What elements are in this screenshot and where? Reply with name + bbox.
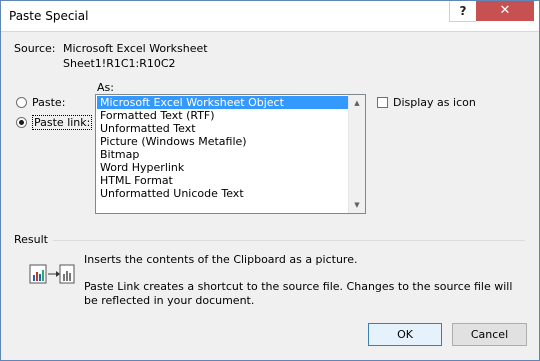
- source-range: Sheet1!R1C1:R10C2: [63, 57, 176, 70]
- paste-radio-label[interactable]: Paste:: [32, 96, 65, 109]
- result-label: Result: [14, 233, 48, 246]
- list-item[interactable]: Picture (Windows Metafile): [97, 135, 349, 148]
- list-item[interactable]: Unformatted Unicode Text: [97, 187, 349, 200]
- list-item[interactable]: Word Hyperlink: [97, 161, 349, 174]
- close-button[interactable]: ✕: [476, 1, 534, 21]
- list-item[interactable]: Microsoft Excel Worksheet Object: [97, 96, 349, 109]
- list-scrollbar[interactable]: ▲ ▼: [348, 95, 365, 213]
- list-item[interactable]: Formatted Text (RTF): [97, 109, 349, 122]
- list-item[interactable]: Bitmap: [97, 148, 349, 161]
- paste-link-result-icon: [29, 264, 75, 284]
- help-button[interactable]: ?: [449, 1, 476, 22]
- as-label: As:: [97, 81, 114, 94]
- scroll-up-arrow-icon[interactable]: ▲: [349, 95, 365, 111]
- cancel-button[interactable]: Cancel: [452, 323, 527, 346]
- source-label: Source:: [14, 42, 56, 55]
- title-bar: Paste Special ? ✕: [1, 1, 539, 32]
- display-as-icon-label[interactable]: Display as icon: [393, 96, 476, 109]
- list-item[interactable]: HTML Format: [97, 174, 349, 187]
- as-list-items: Microsoft Excel Worksheet Object Formatt…: [97, 96, 349, 200]
- display-as-icon-checkbox[interactable]: [377, 97, 388, 108]
- result-divider: [53, 240, 525, 241]
- paste-link-radio-option[interactable]: Paste link:: [16, 115, 93, 130]
- paste-link-radio[interactable]: [16, 117, 27, 128]
- ok-button[interactable]: OK: [368, 323, 442, 346]
- paste-radio-option[interactable]: Paste:: [16, 96, 65, 109]
- scroll-down-arrow-icon[interactable]: ▼: [349, 197, 365, 213]
- result-description-2: Paste Link creates a shortcut to the sou…: [84, 280, 513, 307]
- paste-link-radio-label[interactable]: Paste link:: [32, 115, 93, 130]
- paste-special-dialog: Paste Special ? ✕ Source: Microsoft Exce…: [0, 0, 540, 361]
- paste-radio[interactable]: [16, 97, 27, 108]
- dialog-title: Paste Special: [9, 9, 89, 23]
- display-as-icon-option[interactable]: Display as icon: [377, 96, 476, 109]
- as-listbox[interactable]: Microsoft Excel Worksheet Object Formatt…: [95, 94, 366, 214]
- result-description-1: Inserts the contents of the Clipboard as…: [84, 253, 358, 266]
- list-item[interactable]: Unformatted Text: [97, 122, 349, 135]
- source-value: Microsoft Excel Worksheet: [63, 42, 208, 55]
